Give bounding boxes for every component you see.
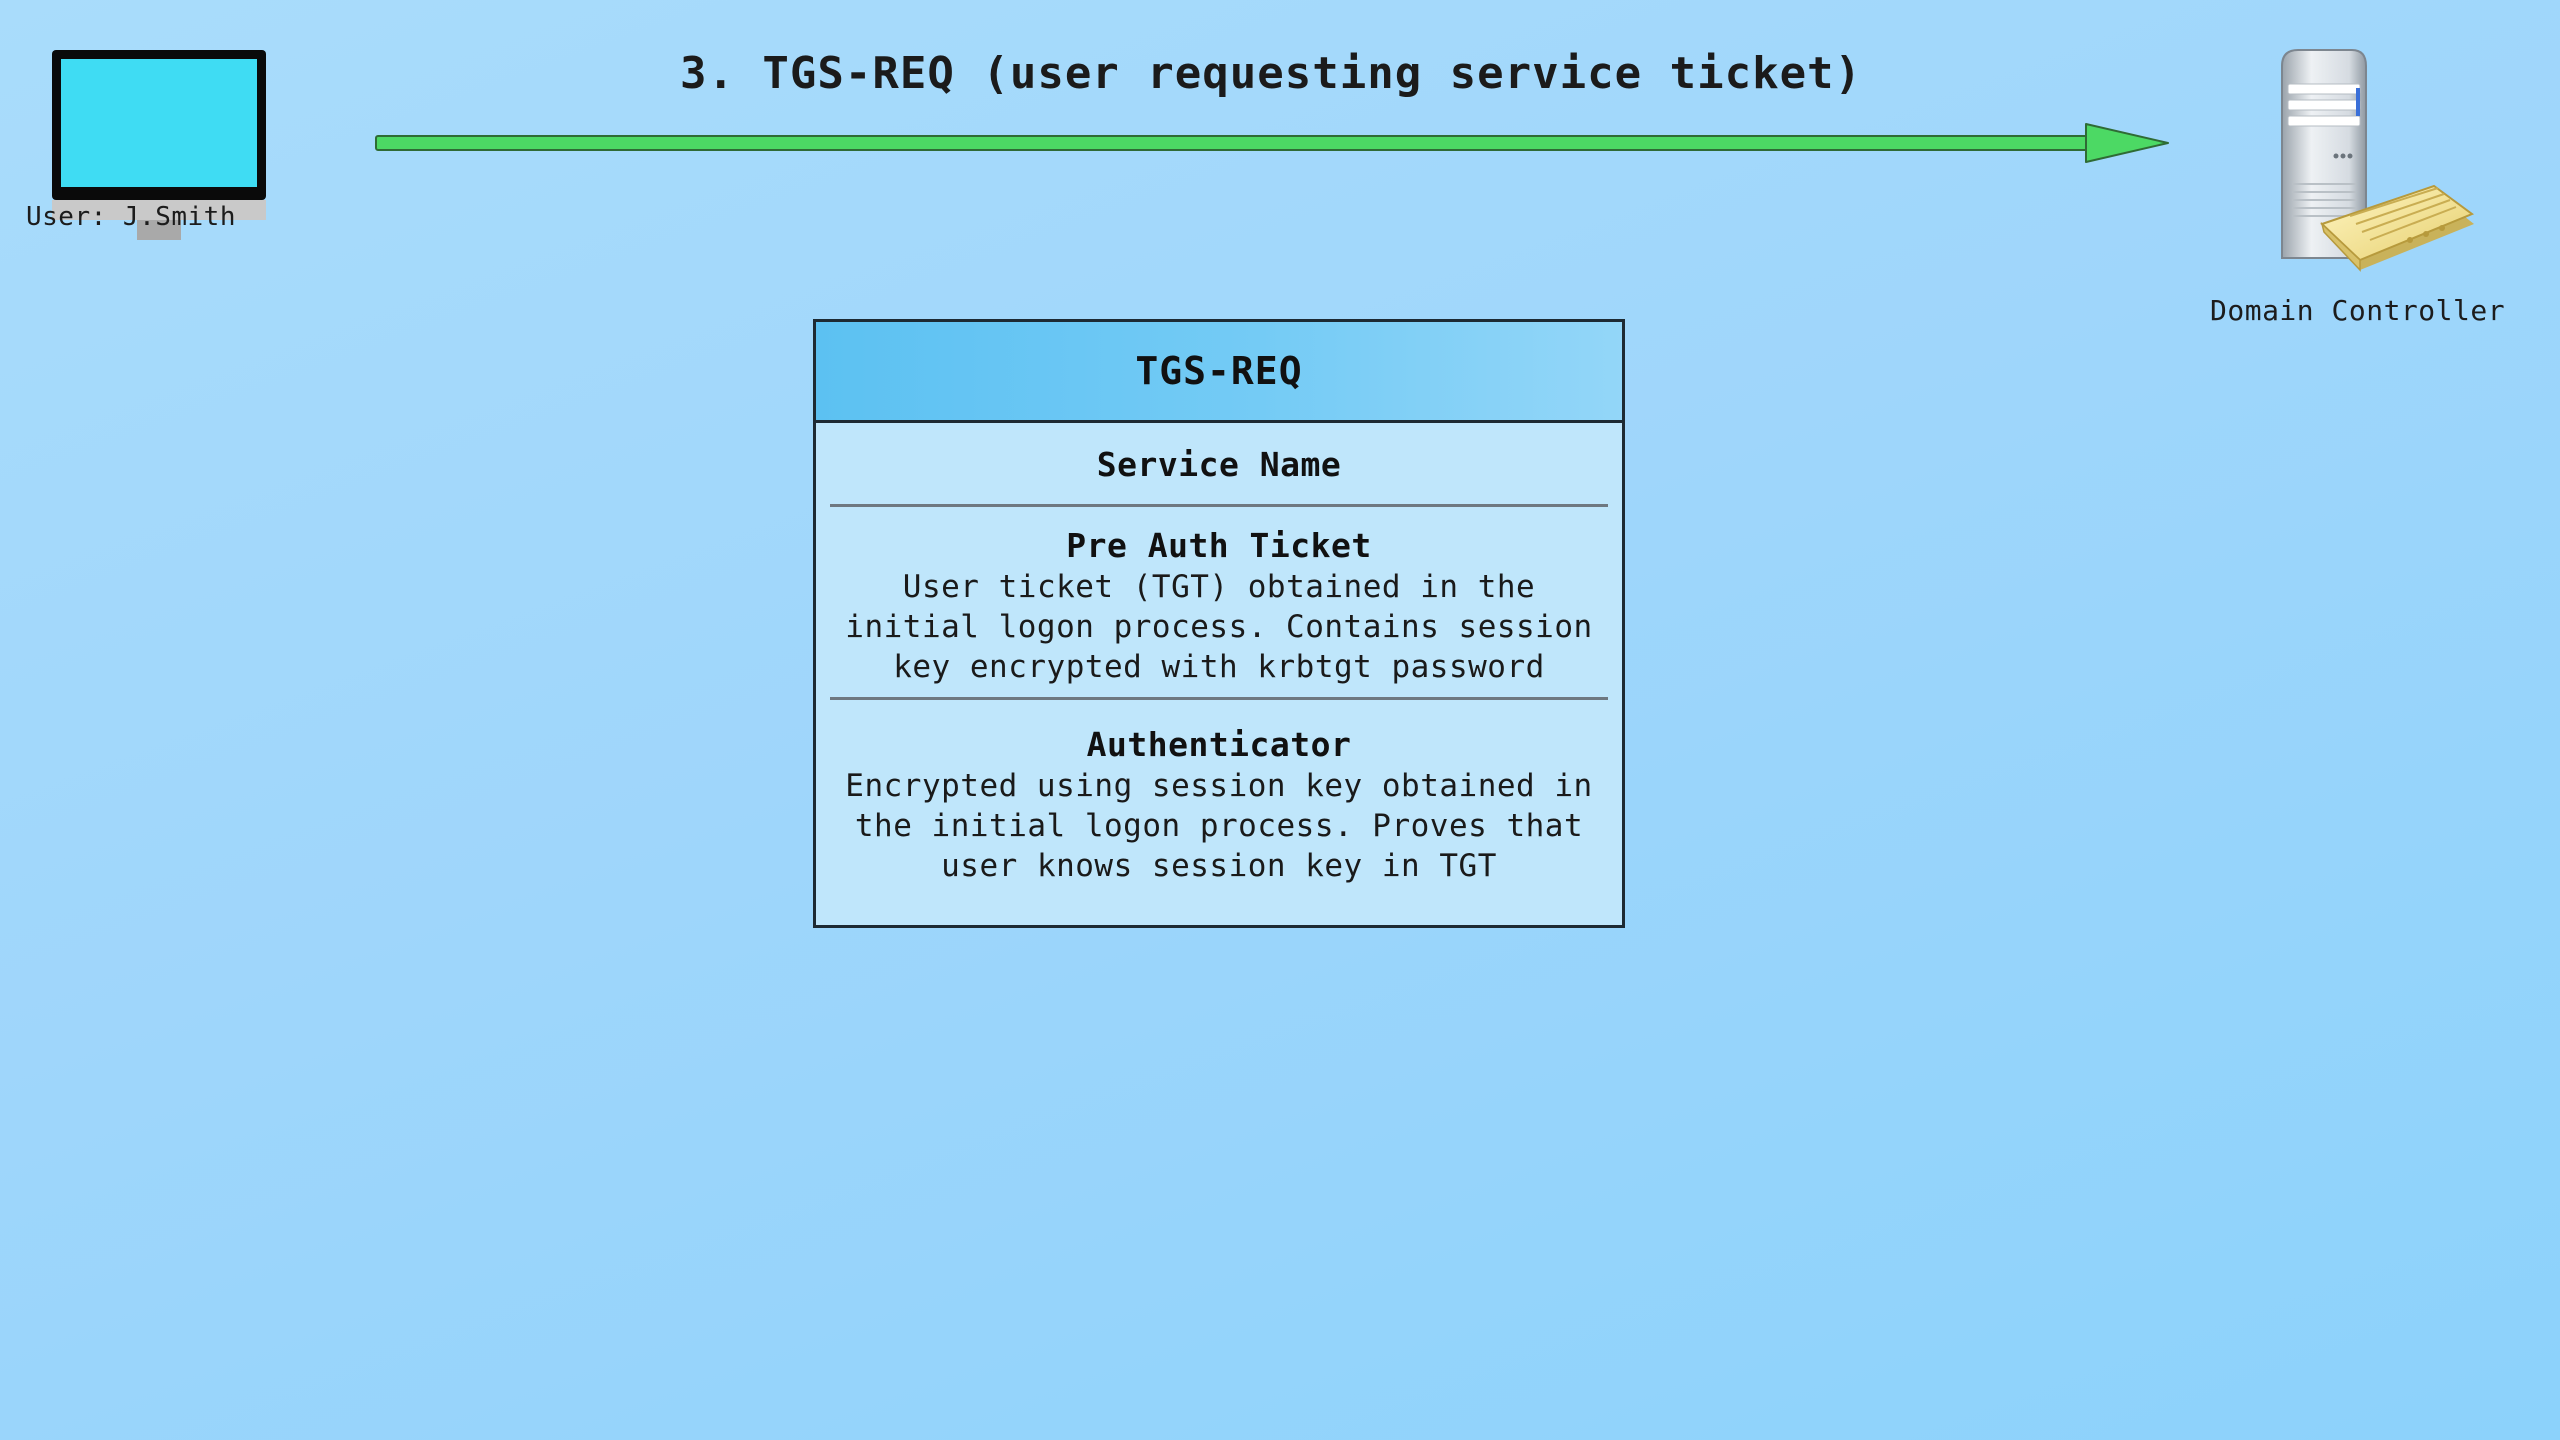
server-icon bbox=[2281, 49, 2475, 272]
step-title: 3. TGS-REQ (user requesting service tick… bbox=[679, 48, 1863, 99]
pre-auth-line-1: User ticket (TGT) obtained in the bbox=[902, 569, 1536, 605]
request-arrow bbox=[375, 123, 2169, 163]
pre-auth-description: User ticket (TGT) obtained in the initia… bbox=[826, 567, 1612, 687]
client-label: User: J.Smith bbox=[26, 202, 236, 232]
service-name-title: Service Name bbox=[1096, 445, 1342, 484]
pre-auth-line-2: initial logon process. Contains session bbox=[845, 609, 1593, 645]
authenticator-line-3: user knows session key in TGT bbox=[941, 848, 1497, 884]
domain-controller bbox=[2260, 44, 2490, 294]
server-label: Domain Controller bbox=[2210, 294, 2506, 327]
pre-auth-section: Pre Auth Ticket User ticket (TGT) obtain… bbox=[816, 507, 1622, 697]
authenticator-title: Authenticator bbox=[1086, 725, 1352, 764]
service-name-section: Service Name bbox=[816, 423, 1622, 504]
packet-box: TGS-REQ Service Name Pre Auth Ticket Use… bbox=[813, 319, 1625, 928]
pre-auth-line-3: key encrypted with krbtgt password bbox=[893, 649, 1545, 685]
pre-auth-title: Pre Auth Ticket bbox=[1066, 526, 1372, 565]
authenticator-line-2: the initial logon process. Proves that bbox=[854, 808, 1584, 844]
authenticator-line-1: Encrypted using session key obtained in bbox=[845, 768, 1593, 804]
authenticator-section: Authenticator Encrypted using session ke… bbox=[816, 700, 1622, 886]
packet-title: TGS-REQ bbox=[816, 322, 1622, 423]
authenticator-description: Encrypted using session key obtained in … bbox=[826, 766, 1612, 886]
